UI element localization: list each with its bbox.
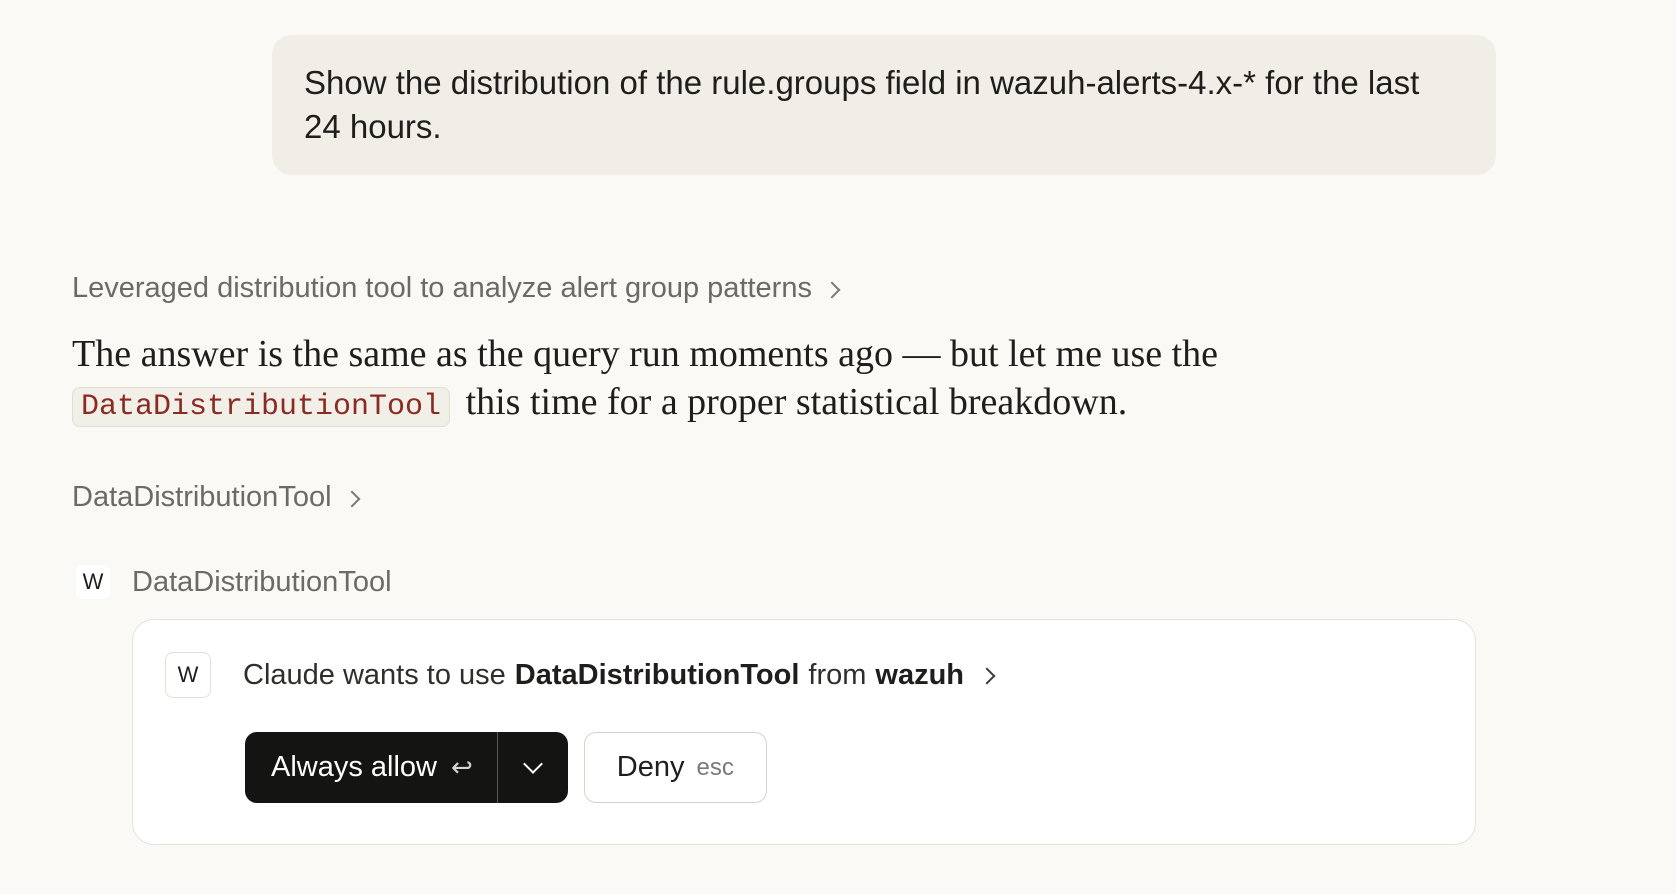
thinking-summary-toggle[interactable]: Leveraged distribution tool to analyze a…: [72, 272, 841, 305]
tool-call-label: DataDistributionTool: [72, 481, 332, 513]
allow-options-dropdown[interactable]: [498, 732, 568, 803]
permission-request-line[interactable]: W Claude wants to use DataDistributionTo…: [165, 652, 996, 698]
inline-code: DataDistributionTool: [72, 387, 451, 427]
permission-server-name: wazuh: [875, 658, 965, 691]
user-message-text: Show the distribution of the rule.groups…: [304, 64, 1420, 145]
assistant-answer: The answer is the same as the query run …: [72, 330, 1272, 431]
thinking-summary-label: Leveraged distribution tool to analyze a…: [72, 272, 812, 304]
wazuh-server-icon: W: [76, 565, 110, 599]
permission-middle: from: [808, 658, 867, 691]
user-message-bubble: Show the distribution of the rule.groups…: [272, 35, 1496, 175]
chevron-down-icon: [522, 753, 543, 774]
answer-text-after: this time for a proper statistical break…: [465, 381, 1128, 423]
deny-button[interactable]: Deny esc: [583, 732, 767, 803]
deny-label: Deny: [616, 751, 685, 783]
deny-shortcut-hint: esc: [696, 753, 734, 781]
enter-key-icon: ↩: [451, 752, 473, 782]
permission-actions: Always allow ↩ Deny esc: [245, 732, 767, 803]
tool-header: W DataDistributionTool: [76, 565, 392, 599]
always-allow-label: Always allow: [271, 751, 437, 783]
answer-text-before: The answer is the same as the query run …: [72, 333, 1219, 375]
tool-call-toggle[interactable]: DataDistributionTool: [72, 481, 361, 514]
tool-header-label: DataDistributionTool: [132, 565, 392, 598]
permission-tool-name: DataDistributionTool: [514, 658, 800, 691]
always-allow-button-group: Always allow ↩: [245, 732, 568, 803]
permission-prefix: Claude wants to use: [243, 658, 506, 691]
chevron-right-icon: [823, 281, 841, 298]
always-allow-button[interactable]: Always allow ↩: [245, 732, 498, 803]
permission-card: W Claude wants to use DataDistributionTo…: [132, 619, 1476, 845]
chevron-right-icon: [343, 490, 361, 507]
chevron-right-icon: [978, 667, 996, 685]
wazuh-server-icon: W: [165, 652, 211, 698]
